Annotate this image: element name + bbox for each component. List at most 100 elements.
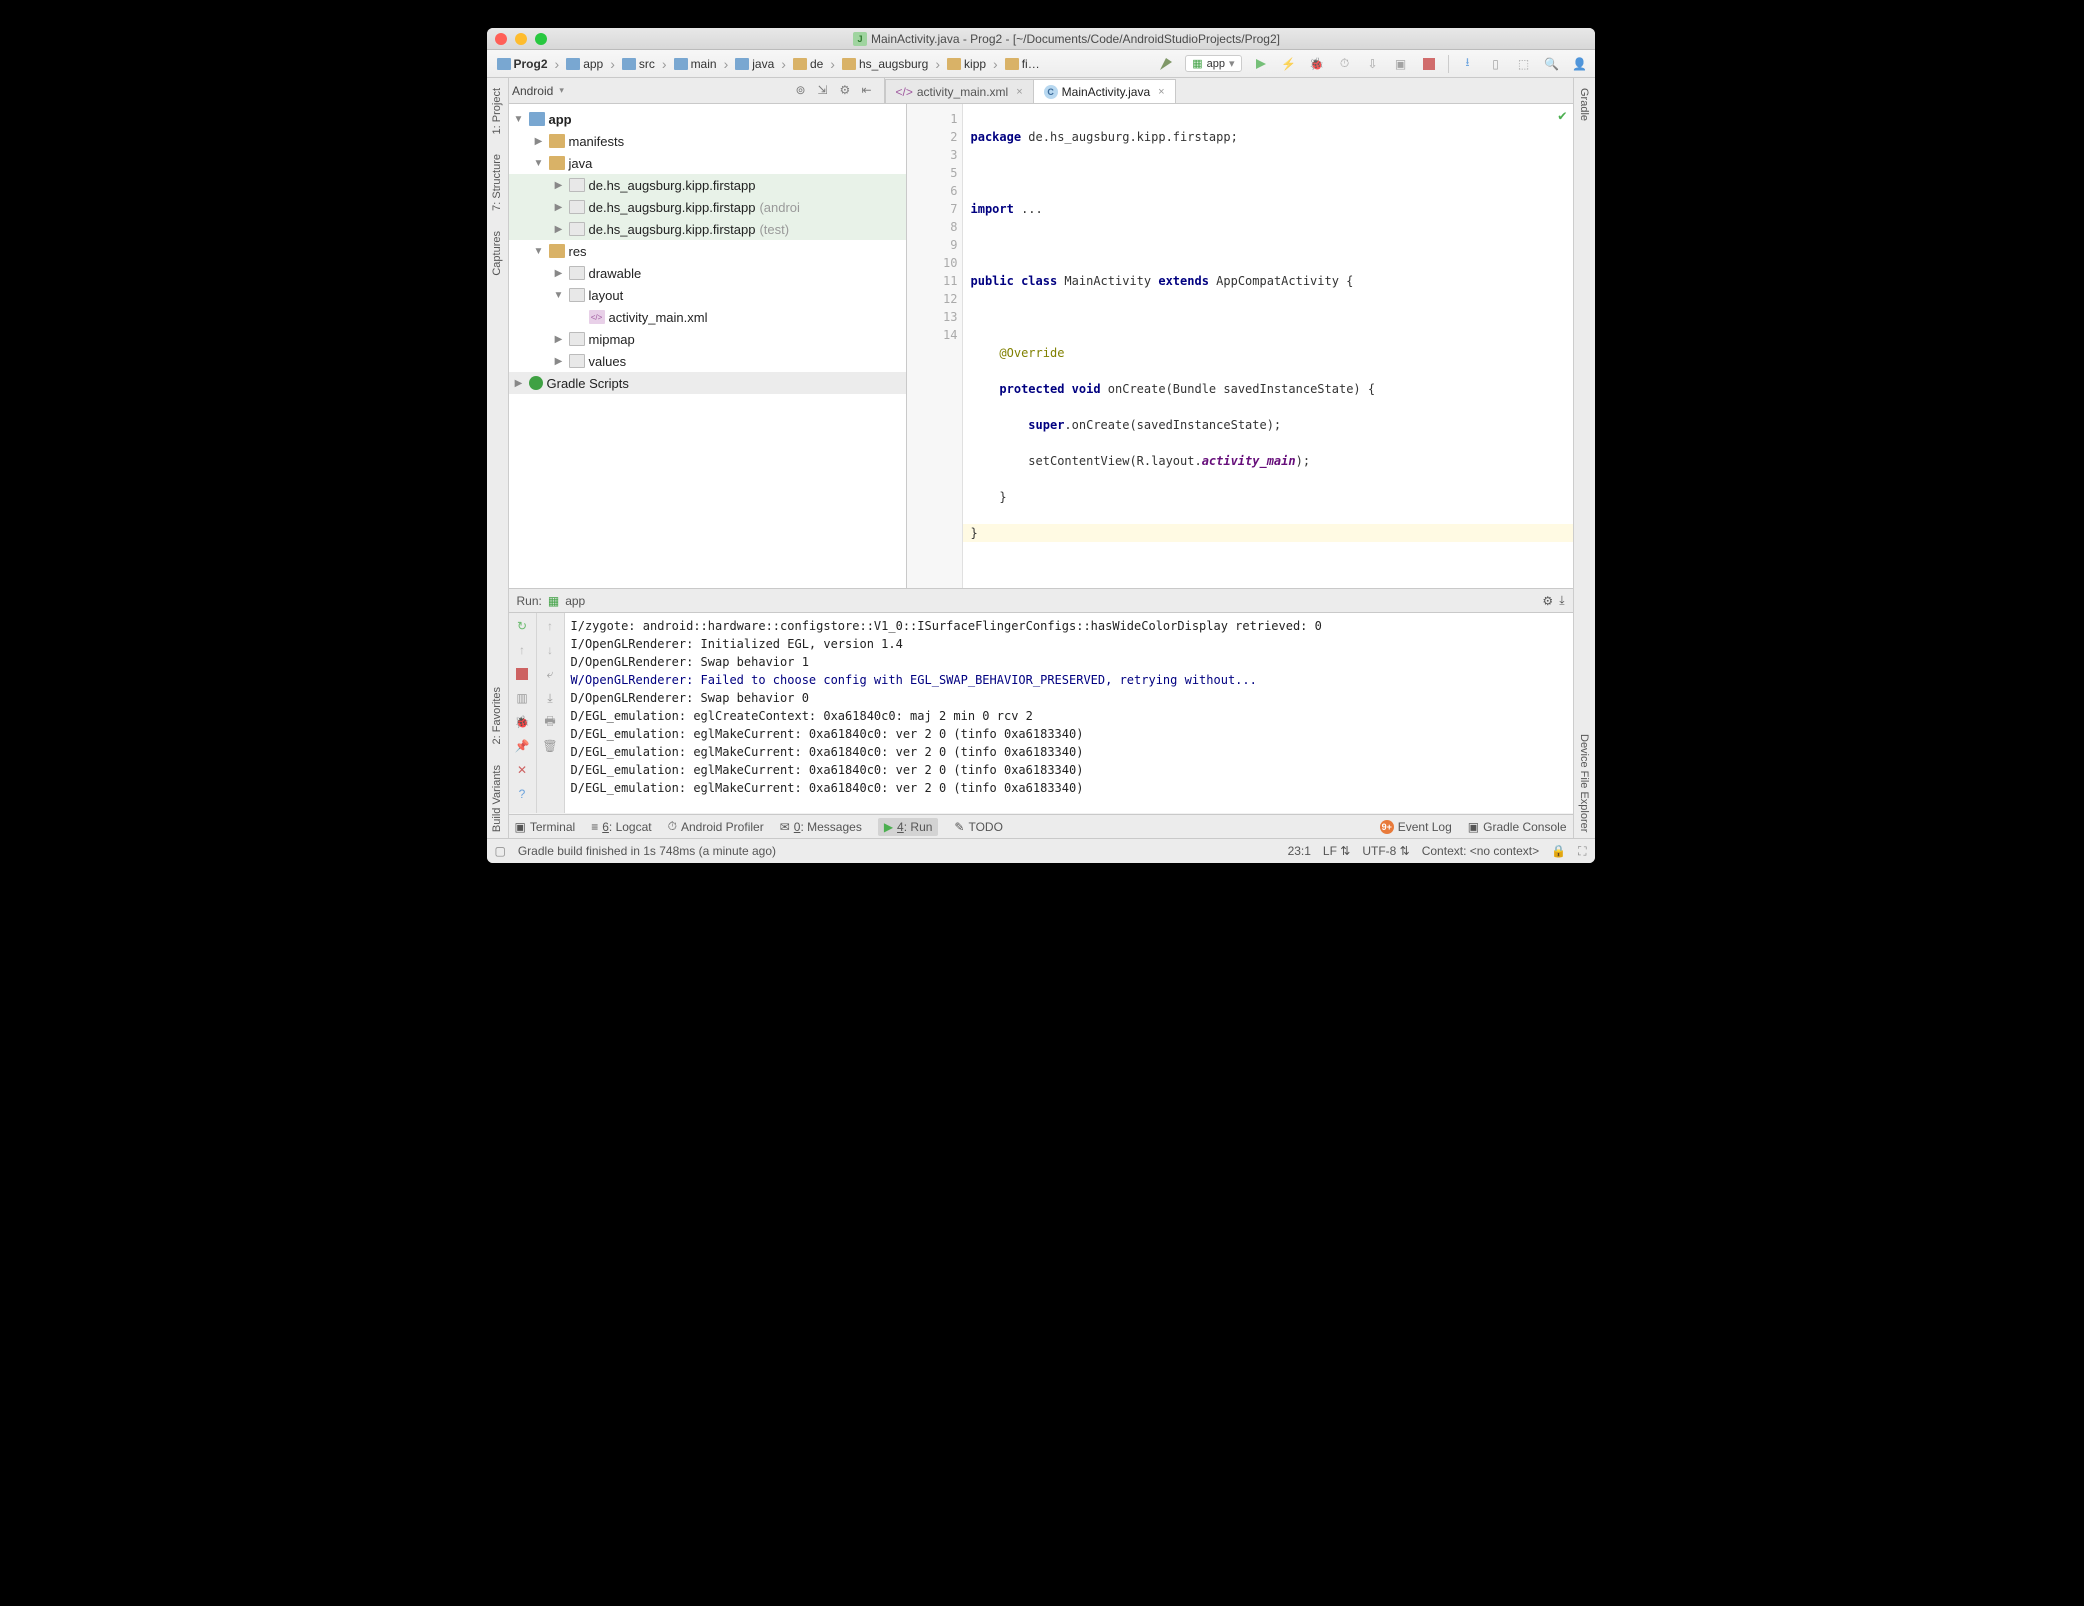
close-tab-icon[interactable]: × (1016, 86, 1022, 98)
tree-node-res[interactable]: ▼res (509, 240, 906, 262)
tab-captures[interactable]: Captures (489, 225, 505, 282)
tree-node-manifests[interactable]: ▶manifests (509, 130, 906, 152)
tree-file-activity-main-xml[interactable]: </>activity_main.xml (509, 306, 906, 328)
breadcrumb-item[interactable]: app (562, 57, 607, 71)
status-bar: ▢ Gradle build finished in 1s 748ms (a m… (487, 838, 1595, 863)
tool-window-toggle-icon[interactable]: ▢ (495, 844, 506, 858)
stop-icon[interactable] (1420, 55, 1438, 73)
code-area[interactable]: package de.hs_augsburg.kipp.firstapp; im… (963, 104, 1573, 588)
debug-restart-icon[interactable]: 🐞 (513, 713, 531, 731)
sync-gradle-icon[interactable]: ⭳ (1459, 55, 1477, 73)
tab-structure[interactable]: 7: Structure (489, 148, 505, 217)
tab-favorites[interactable]: 2: Favorites (489, 681, 505, 750)
collapse-all-icon[interactable]: ⇲ (818, 83, 834, 99)
tree-node-app[interactable]: ▼app (509, 108, 906, 130)
code-editor[interactable]: ✔ 123567891011121314 package de.hs_augsb… (907, 104, 1573, 588)
tree-node-drawable[interactable]: ▶drawable (509, 262, 906, 284)
print-icon[interactable]: 🖶 (541, 713, 559, 731)
sdk-manager-icon[interactable]: ⬚ (1515, 55, 1533, 73)
attach-debugger-icon[interactable]: ⇩ (1364, 55, 1382, 73)
close-run-icon[interactable]: ✕ (513, 761, 531, 779)
ide-window: J MainActivity.java - Prog2 - [~/Documen… (487, 28, 1595, 863)
help-icon[interactable]: ? (513, 785, 531, 803)
breadcrumb-item[interactable]: java (731, 57, 778, 71)
breadcrumb-item[interactable]: main (670, 57, 721, 71)
user-icon[interactable]: 👤 (1571, 55, 1589, 73)
project-view-header: ◯ Android ▾ ⊚ ⇲ ⚙ ⇤ (487, 78, 885, 103)
tree-node-gradle-scripts[interactable]: ▶Gradle Scripts (509, 372, 906, 394)
hide-icon[interactable]: ⇤ (862, 83, 878, 99)
run-console[interactable]: I/zygote: android::hardware::configstore… (565, 613, 1573, 813)
tab-build-variants[interactable]: Build Variants (489, 759, 505, 838)
status-context[interactable]: Context: <no context> (1422, 844, 1539, 858)
tab-activity-main-xml[interactable]: </> activity_main.xml× (885, 79, 1034, 103)
status-cursor-position[interactable]: 23:1 (1288, 844, 1311, 858)
tree-node-java[interactable]: ▼java (509, 152, 906, 174)
minimize-window-icon[interactable] (515, 33, 527, 45)
status-lock-icon[interactable]: 🔒 (1551, 844, 1566, 858)
tab-device-file-explorer[interactable]: Device File Explorer (1576, 728, 1592, 838)
tree-node-mipmap[interactable]: ▶mipmap (509, 328, 906, 350)
tool-header: ◯ Android ▾ ⊚ ⇲ ⚙ ⇤ </> activity_main.xm… (487, 78, 1595, 104)
clear-icon[interactable]: 🗑 (541, 737, 559, 755)
tab-logcat[interactable]: ≡ 6: Logcat (591, 820, 651, 834)
status-line-ending[interactable]: LF ⇅ (1323, 844, 1350, 858)
breadcrumb-item[interactable]: de (789, 57, 827, 71)
run-configuration-select[interactable]: ▦app▾ (1185, 55, 1241, 72)
tree-node-values[interactable]: ▶values (509, 350, 906, 372)
up-icon[interactable]: ↑ (513, 641, 531, 659)
stop-run-icon[interactable] (513, 665, 531, 683)
down-stack-icon[interactable]: ↓ (541, 641, 559, 659)
bottom-tool-buttons: ▣ Terminal ≡ 6: Logcat ⏱ Android Profile… (509, 814, 1573, 838)
rerun-icon[interactable]: ↻ (513, 617, 531, 635)
pin-icon[interactable]: 📌 (513, 737, 531, 755)
layout-icon[interactable]: ▥ (513, 689, 531, 707)
tab-run[interactable]: ▶ 4: Run (878, 818, 939, 836)
tab-messages[interactable]: ✉ 0: Messages (780, 820, 862, 834)
close-tab-icon[interactable]: × (1158, 86, 1164, 98)
scroll-end-icon[interactable]: ⤓ (541, 689, 559, 707)
apply-changes-icon[interactable]: ⚡ (1280, 55, 1298, 73)
search-everywhere-icon[interactable]: 🔍 (1543, 55, 1561, 73)
coverage-icon[interactable]: ▣ (1392, 55, 1410, 73)
tab-android-profiler[interactable]: ⏱ Android Profiler (668, 819, 764, 834)
status-encoding[interactable]: UTF-8 ⇅ (1362, 844, 1409, 858)
tab-project[interactable]: 1: Project (489, 82, 505, 140)
project-tree[interactable]: ▼app ▶manifests ▼java ▶de.hs_augsburg.ki… (509, 104, 907, 588)
run-settings-icon[interactable]: ⚙ (1542, 594, 1553, 608)
tab-gradle[interactable]: Gradle (1576, 82, 1592, 127)
tab-todo[interactable]: ✎ TODO (954, 820, 1003, 834)
up-stack-icon[interactable]: ↑ (541, 617, 559, 635)
tree-node-package[interactable]: ▶de.hs_augsburg.kipp.firstapp (509, 174, 906, 196)
profile-icon[interactable]: ⏱ (1336, 55, 1354, 73)
tree-node-package-android-test[interactable]: ▶de.hs_augsburg.kipp.firstapp(androi (509, 196, 906, 218)
debug-icon[interactable]: 🐞 (1308, 55, 1326, 73)
soft-wrap-icon[interactable]: ⤶ (541, 665, 559, 683)
breadcrumb-item[interactable]: Prog2 (493, 57, 552, 71)
run-sidebar-2: ↑ ↓ ⤶ ⤓ 🖶 🗑 (537, 613, 565, 813)
zoom-window-icon[interactable] (535, 33, 547, 45)
tab-event-log[interactable]: 9+ Event Log (1380, 820, 1452, 834)
status-memory-icon[interactable]: ⛶ (1578, 844, 1586, 859)
scroll-from-source-icon[interactable]: ⊚ (796, 83, 812, 99)
breadcrumb-item[interactable]: kipp (943, 57, 990, 71)
breadcrumb-item[interactable]: fi… (1001, 57, 1044, 71)
avd-manager-icon[interactable]: ▯ (1487, 55, 1505, 73)
tab-main-activity-java[interactable]: C MainActivity.java× (1033, 79, 1176, 103)
run-sidebar-1: ↻ ↑ ▥ 🐞 📌 ✕ ? (509, 613, 537, 813)
tab-terminal[interactable]: ▣ Terminal (515, 820, 576, 834)
project-view-select[interactable]: Android (512, 84, 553, 98)
settings-icon[interactable]: ⚙ (840, 83, 856, 99)
breadcrumb-item[interactable]: hs_augsburg (838, 57, 932, 71)
tree-node-package-test[interactable]: ▶de.hs_augsburg.kipp.firstapp(test) (509, 218, 906, 240)
line-gutter: 123567891011121314 (907, 104, 963, 588)
tab-gradle-console[interactable]: ▣ Gradle Console (1468, 820, 1567, 834)
left-tool-gutter: 1: Project 7: Structure Captures 2: Favo… (487, 78, 509, 838)
make-project-icon[interactable] (1157, 55, 1175, 73)
run-icon[interactable] (1252, 55, 1270, 73)
window-controls (495, 33, 547, 45)
breadcrumb-item[interactable]: src (618, 57, 659, 71)
tree-node-layout[interactable]: ▼layout (509, 284, 906, 306)
close-window-icon[interactable] (495, 33, 507, 45)
run-hide-icon[interactable]: ⤓ (1559, 593, 1564, 608)
